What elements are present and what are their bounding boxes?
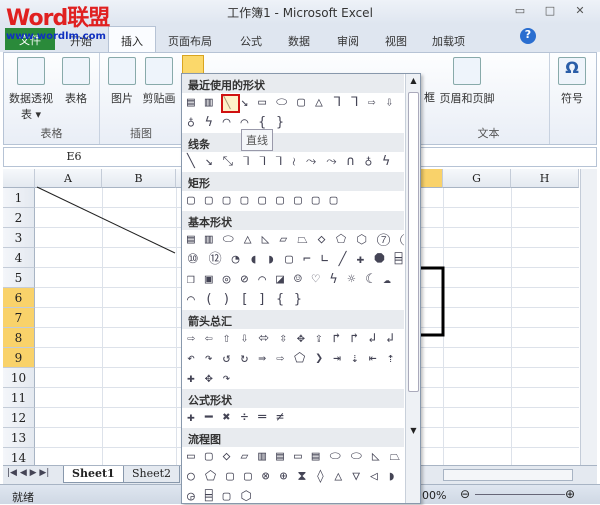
group-illustrations: 图片 剪贴画 插图 [101,53,181,144]
shape-icons-row[interactable]: ▤▥⬭△◺▱⏢◇⬠⬡⑦⑧ [182,230,404,250]
selected-line-shape-highlight[interactable] [221,94,240,113]
shape-icons-row[interactable]: ❒▣◎⊘⌒◪☺♡ϟ☼☾☁ [182,270,404,290]
status-ready: 就绪 [12,491,34,504]
clipart-button[interactable]: 剪贴画 [139,57,179,106]
watermark-logo: Word联盟 [6,6,110,31]
picture-label: 图片 [111,92,133,105]
tab-data[interactable]: 数据 [288,33,310,49]
shape-icons-row[interactable]: ○⬠▢▢⊗⊕⧗◊△▽◁◗ [182,467,404,487]
watermark-url: www.wordlm.com [6,31,106,42]
shape-icons-row[interactable]: ♁ϟ◠⌒{} [182,113,404,133]
shape-icons-row[interactable]: ✚━✖÷═≠ [182,408,404,428]
scroll-up-icon[interactable]: ▲ [408,76,419,90]
omega-icon: Ω [558,57,586,85]
panel-scroll-thumb[interactable] [408,92,419,392]
symbol-label: 符号 [561,92,583,105]
clipart-icon [145,57,173,85]
tab-view[interactable]: 视图 [385,33,407,49]
minimize-button[interactable]: ▭ [510,4,530,18]
table-icon [62,57,90,85]
tooltip: 直线 [241,129,273,151]
maximize-button[interactable]: □ [540,4,560,18]
symbol-button[interactable]: Ω 符号 [556,57,588,106]
picture-icon [108,57,136,85]
name-box[interactable]: E6 [4,148,144,166]
header-footer-icon [453,57,481,85]
shape-section-header: 矩形 [182,172,404,191]
shape-section-header: 基本形状 [182,211,404,230]
clipart-label: 剪贴画 [142,92,176,105]
shapes-button[interactable] [182,55,204,75]
table-button[interactable]: 表格 [56,57,96,106]
shape-icons-row[interactable]: ✚✥↷ [182,369,404,389]
tab-page-layout[interactable]: 页面布局 [168,33,212,49]
group-text: 页眉和页脚 文本 [428,53,550,144]
group-label: 文本 [477,127,500,140]
group-label: 插图 [130,127,152,140]
table-label: 表格 [65,92,87,105]
sheet-tab-sheet1[interactable]: Sheet1 [63,466,124,483]
header-footer-label: 页眉和页脚 [439,92,495,105]
zoom-in-icon[interactable]: ⊕ [565,487,575,501]
help-icon[interactable]: ? [520,28,536,44]
shape-section-header: 线条 [182,133,404,152]
group-label: 表格 [40,127,63,140]
shape-icons-row[interactable]: ⇨⇦⇧⇩⬄⇳✥⇪↱↱↲↲ [182,329,404,349]
pivot-table-icon [17,57,45,85]
scroll-down-icon[interactable]: ▼ [408,426,419,440]
shape-icons-row[interactable]: ▤▥╲↘▭⬭▢△⅂⅂⇨⇩ [182,93,404,113]
horizontal-scrollbar[interactable] [443,469,573,481]
tab-insert[interactable]: 插入 [108,26,156,53]
shape-icons-row[interactable]: ▭▢◇▱▥▤▭▤⬭⬭◺⏢ [182,447,404,467]
zoom-slider[interactable] [475,494,565,495]
shape-icons-row[interactable]: ↶↷↺↻⇛⇨⬠❯⇥⇣⇤⇡ [182,349,404,369]
tab-review[interactable]: 审阅 [337,33,359,49]
tab-formulas[interactable]: 公式 [240,33,262,49]
shape-icons-row[interactable]: ▢▢▢▢▢▢▢▢▢ [182,191,404,211]
sheet-nav-arrows-icon[interactable]: |◀ ◀ ▶ ▶| [7,468,49,478]
sheet-tab-sheet2[interactable]: Sheet2 [123,466,181,483]
zoom-out-icon[interactable]: ⊖ [460,487,470,501]
pivot-table-button[interactable]: 数据透视表 ▾ [8,57,54,122]
shape-icons-row[interactable]: ◶⌸▢⬡ [182,487,404,503]
header-footer-button[interactable]: 页眉和页脚 [432,57,502,106]
shape-icons-row[interactable]: ⌒()[]{} [182,290,404,310]
close-button[interactable]: ✕ [570,4,590,18]
picture-button[interactable]: 图片 [105,57,139,106]
group-tables: 数据透视表 ▾ 表格 表格 [4,53,100,144]
panel-scrollbar[interactable]: ▲ ▼ [405,74,420,503]
shape-section-header: 流程图 [182,428,404,447]
shape-icons-row[interactable]: ⑩⑫◔◖◗▢⌐∟╱✚⯃⌸ [182,250,404,270]
shape-section-header: 箭头总汇 [182,310,404,329]
shape-section-header: 公式形状 [182,389,404,408]
tab-addins[interactable]: 加载项 [432,33,465,49]
shape-icons-row[interactable]: ╲↘⤡⅂⅂⅂≀⤳⤳∩♁ϟ [182,152,404,172]
shape-section-header: 最近使用的形状 [182,74,404,93]
shapes-dropdown: 最近使用的形状 ▤▥╲↘▭⬭▢△⅂⅂⇨⇩ ♁ϟ◠⌒{} 线条 ╲↘⤡⅂⅂⅂≀⤳⤳∩♁ϟ 矩… [181,73,421,504]
pivot-table-label: 数据透视表 ▾ [9,92,53,121]
vertical-scrollbar[interactable] [580,169,597,465]
